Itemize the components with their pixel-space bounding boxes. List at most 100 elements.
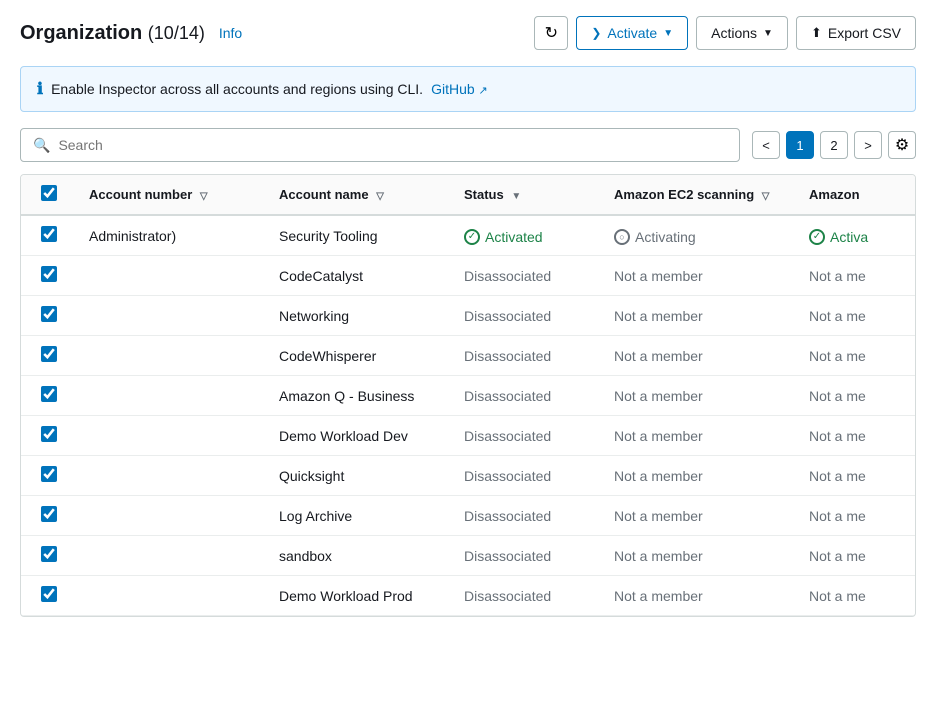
amazon-not-member-badge: Not a me	[809, 428, 866, 444]
search-box[interactable]: 🔍	[20, 128, 740, 162]
activate-chevron-icon: ▼	[663, 28, 673, 39]
account-number-cell	[77, 536, 267, 576]
ec2-scanning-cell: Not a member	[602, 536, 797, 576]
not-member-badge: Not a member	[614, 308, 703, 324]
column-header-ec2-scanning[interactable]: Amazon EC2 scanning	[602, 175, 797, 215]
account-number-cell: Administrator)	[77, 215, 267, 256]
table-row: Log ArchiveDisassociatedNot a memberNot …	[21, 496, 916, 536]
export-csv-button[interactable]: ⬆ Export CSV	[796, 16, 916, 50]
account-name-cell: Demo Workload Prod	[267, 576, 452, 616]
account-name-cell: Demo Workload Dev	[267, 416, 452, 456]
row-checkbox-cell[interactable]	[21, 256, 77, 296]
not-member-badge: Not a member	[614, 588, 703, 604]
amazon-col-cell: Not a me	[797, 416, 916, 456]
row-checkbox[interactable]	[41, 306, 57, 322]
accounts-table: Account number Account name Status Amazo…	[21, 175, 916, 616]
account-name-cell: CodeCatalyst	[267, 256, 452, 296]
status-cell: Disassociated	[452, 496, 602, 536]
row-checkbox[interactable]	[41, 226, 57, 242]
account-number-cell	[77, 296, 267, 336]
row-checkbox[interactable]	[41, 586, 57, 602]
column-header-account-name[interactable]: Account name	[267, 175, 452, 215]
table-row: NetworkingDisassociatedNot a memberNot a…	[21, 296, 916, 336]
row-checkbox-cell[interactable]	[21, 496, 77, 536]
ec2-scanning-cell: Not a member	[602, 576, 797, 616]
ec2-scanning-cell: Not a member	[602, 456, 797, 496]
github-link[interactable]: GitHub ↗	[431, 81, 488, 97]
amazon-col-cell: Not a me	[797, 576, 916, 616]
row-checkbox-cell[interactable]	[21, 336, 77, 376]
row-checkbox[interactable]	[41, 386, 57, 402]
table-header-row: Account number Account name Status Amazo…	[21, 175, 916, 215]
select-all-header[interactable]	[21, 175, 77, 215]
table-container: Account number Account name Status Amazo…	[20, 174, 916, 617]
amazon-not-member-badge: Not a me	[809, 548, 866, 564]
account-name-cell: Amazon Q - Business	[267, 376, 452, 416]
row-checkbox-cell[interactable]	[21, 576, 77, 616]
account-name-sort-icon	[376, 191, 384, 202]
amazon-not-member-badge: Not a me	[809, 508, 866, 524]
activating-icon: ○	[614, 229, 630, 245]
ec2-scanning-cell: Not a member	[602, 416, 797, 456]
status-badge: ✓Activated	[464, 229, 543, 245]
search-input[interactable]	[58, 137, 727, 153]
amazon-col-cell: ✓Activa	[797, 215, 916, 256]
next-page-button[interactable]: >	[854, 131, 882, 159]
account-number-cell	[77, 456, 267, 496]
info-link[interactable]: Info	[219, 25, 242, 41]
account-number-sort-icon	[200, 191, 208, 202]
row-checkbox-cell[interactable]	[21, 376, 77, 416]
amazon-col-cell: Not a me	[797, 456, 916, 496]
page-1-button[interactable]: 1	[786, 131, 814, 159]
row-checkbox[interactable]	[41, 546, 57, 562]
status-badge: Disassociated	[464, 308, 551, 324]
ec2-scanning-cell: Not a member	[602, 296, 797, 336]
account-name-cell: Log Archive	[267, 496, 452, 536]
amazon-status-badge: ✓Activa	[809, 229, 868, 245]
column-header-account-number[interactable]: Account number	[77, 175, 267, 215]
pagination: < 1 2 > ⚙	[752, 131, 916, 159]
amazon-not-member-badge: Not a me	[809, 588, 866, 604]
table-row: Administrator)Security Tooling✓Activated…	[21, 215, 916, 256]
account-number-cell	[77, 576, 267, 616]
status-badge: Disassociated	[464, 348, 551, 364]
export-icon: ⬆	[811, 25, 822, 41]
search-row: 🔍 < 1 2 > ⚙	[20, 128, 916, 162]
table-row: CodeWhispererDisassociatedNot a memberNo…	[21, 336, 916, 376]
ec2-sort-icon	[762, 191, 770, 202]
prev-page-button[interactable]: <	[752, 131, 780, 159]
row-checkbox-cell[interactable]	[21, 456, 77, 496]
actions-button[interactable]: Actions ▼	[696, 16, 788, 50]
page-title: Organization (10/14)	[20, 22, 205, 45]
info-banner: ℹ Enable Inspector across all accounts a…	[20, 66, 916, 112]
table-settings-button[interactable]: ⚙	[888, 131, 916, 159]
amazon-col-cell: Not a me	[797, 376, 916, 416]
row-checkbox-cell[interactable]	[21, 416, 77, 456]
row-checkbox-cell[interactable]	[21, 296, 77, 336]
row-checkbox[interactable]	[41, 266, 57, 282]
ec2-scanning-cell: ○Activating	[602, 215, 797, 256]
row-checkbox-cell[interactable]	[21, 215, 77, 256]
not-member-badge: Not a member	[614, 348, 703, 364]
page-2-button[interactable]: 2	[820, 131, 848, 159]
column-header-status[interactable]: Status	[452, 175, 602, 215]
row-checkbox-cell[interactable]	[21, 536, 77, 576]
status-cell: Disassociated	[452, 376, 602, 416]
not-member-badge: Not a member	[614, 268, 703, 284]
row-checkbox[interactable]	[41, 426, 57, 442]
refresh-button[interactable]: ↻	[534, 16, 568, 50]
account-number-cell	[77, 496, 267, 536]
amazon-col-cell: Not a me	[797, 296, 916, 336]
activating-badge: ○Activating	[614, 229, 696, 245]
select-all-checkbox[interactable]	[41, 185, 57, 201]
row-checkbox[interactable]	[41, 346, 57, 362]
account-number-cell	[77, 336, 267, 376]
amazon-not-member-badge: Not a me	[809, 308, 866, 324]
row-checkbox[interactable]	[41, 506, 57, 522]
amazon-col-cell: Not a me	[797, 336, 916, 376]
table-row: CodeCatalystDisassociatedNot a memberNot…	[21, 256, 916, 296]
activate-button[interactable]: ❯ Activate ▼	[576, 16, 688, 50]
row-checkbox[interactable]	[41, 466, 57, 482]
activated-icon: ✓	[464, 229, 480, 245]
amazon-not-member-badge: Not a me	[809, 348, 866, 364]
